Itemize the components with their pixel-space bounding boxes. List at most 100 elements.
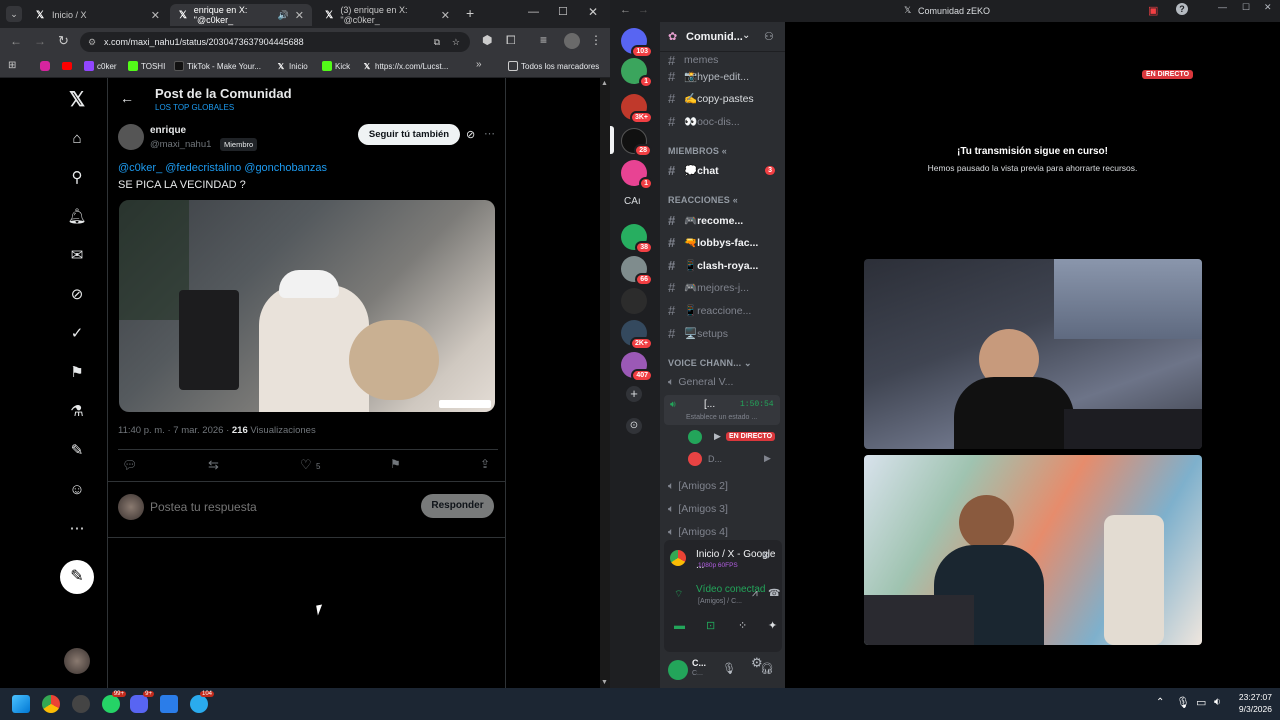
- category-reacciones[interactable]: REACCIONES «: [668, 195, 738, 205]
- webcam-tile-1[interactable]: [864, 259, 1202, 449]
- jobs-icon[interactable]: ⚗: [67, 402, 87, 422]
- server-icon[interactable]: 2K+: [621, 320, 653, 350]
- screen-share-icon[interactable]: ▣: [1148, 4, 1158, 17]
- server-icon[interactable]: 38: [621, 224, 653, 254]
- x-home-logo-icon[interactable]: 𝕏: [67, 90, 87, 110]
- messages-mail-icon[interactable]: ✉: [67, 246, 87, 266]
- server-icon[interactable]: 3K+: [621, 94, 653, 124]
- profile-icon[interactable]: ☺: [67, 480, 87, 500]
- close-tab-icon[interactable]: ✕: [151, 9, 160, 22]
- voice-amigos-3[interactable]: 🔈︎ [Amigos 3]: [668, 499, 783, 519]
- server-text-icon[interactable]: CAı: [624, 196, 641, 207]
- tab-enrique-3[interactable]: 𝕏 (3) enrique en X: "@c0ker_ ✕: [316, 4, 458, 26]
- forward-icon[interactable]: →: [638, 4, 649, 16]
- tab-enrique-active[interactable]: 𝕏 enrique en X: "@c0ker_ 🔊 ✕: [170, 4, 312, 26]
- camera-toggle-icon[interactable]: ▬: [674, 620, 685, 632]
- follow-button[interactable]: Seguir tú también: [358, 124, 460, 145]
- bookmark-all[interactable]: Todos los marcadores: [508, 61, 599, 71]
- bookmark-icon[interactable]: ⚑: [390, 457, 401, 471]
- post-mentions[interactable]: @c0ker_ @fedecristalino @gonchobanzas: [118, 162, 327, 174]
- settings-gear-icon[interactable]: ⚙: [751, 655, 763, 671]
- close-tab-icon[interactable]: ✕: [295, 9, 304, 22]
- activities-icon[interactable]: ⁘: [738, 619, 747, 632]
- grok-icon[interactable]: ⊘: [67, 285, 87, 305]
- page-scrollbar[interactable]: ▲ ▼: [600, 78, 610, 688]
- server-header[interactable]: ✿ Comunid... ⌄ ⚇: [660, 22, 785, 52]
- channel-reacciones[interactable]: # 📱reaccione...: [668, 300, 783, 320]
- more-icon[interactable]: ⋯: [67, 519, 87, 539]
- youtube-icon[interactable]: [62, 62, 72, 70]
- post-video[interactable]: [119, 200, 495, 412]
- bookmarks-icon[interactable]: ⚑: [67, 363, 87, 383]
- scroll-up-icon[interactable]: ▲: [601, 80, 608, 87]
- media-control-icon[interactable]: ≡: [540, 33, 547, 47]
- webcam-tile-2[interactable]: [864, 455, 1202, 645]
- server-icon[interactable]: 1: [621, 160, 653, 190]
- notepad-taskbar-icon[interactable]: [160, 695, 178, 713]
- discover-icon[interactable]: ⊙: [626, 418, 642, 434]
- channel-chat[interactable]: # 💭chat 3: [668, 160, 783, 180]
- audio-icon[interactable]: 🔊: [278, 10, 289, 21]
- noise-suppression-icon[interactable]: ⩘: [752, 588, 758, 599]
- bookmark-c0ker[interactable]: c0ker: [84, 61, 117, 71]
- user-avatar[interactable]: [688, 452, 702, 466]
- new-tab-icon[interactable]: +: [466, 5, 474, 21]
- install-icon[interactable]: ⧉: [434, 32, 440, 52]
- more-bookmarks-icon[interactable]: »: [476, 59, 482, 70]
- voice-general[interactable]: 🔈︎ General V...: [668, 372, 783, 392]
- channel-mejores[interactable]: # 🎮mejores-j...: [668, 277, 783, 297]
- reload-icon[interactable]: ↻: [58, 33, 69, 49]
- video-channel[interactable]: [Amigos] / C...: [698, 598, 742, 605]
- help-icon[interactable]: ?: [1176, 3, 1188, 15]
- stop-stream-icon[interactable]: ⊠: [762, 550, 770, 561]
- more-options-icon[interactable]: ⋯: [484, 127, 495, 140]
- minimize-icon[interactable]: —: [528, 6, 539, 18]
- compose-post-button[interactable]: ✎: [60, 560, 94, 594]
- voice-amigos-2[interactable]: 🔈︎ [Amigos 2]: [668, 476, 783, 496]
- forward-icon[interactable]: →: [34, 34, 46, 48]
- site-info-icon[interactable]: ⚙: [88, 32, 96, 52]
- author-handle[interactable]: @maxi_nahu1: [150, 139, 211, 150]
- close-window-icon[interactable]: ✕: [588, 5, 598, 19]
- category-miembros[interactable]: MIEMBROS «: [668, 146, 727, 156]
- voice-amigos-4[interactable]: 🔈︎ [Amigos 4]: [668, 522, 783, 542]
- microphone-tray-icon[interactable]: 🎙︎: [1176, 696, 1190, 709]
- direct-messages-icon[interactable]: 103: [621, 28, 653, 58]
- close-tab-icon[interactable]: ✕: [441, 9, 450, 22]
- channel-ooc[interactable]: # 👀ooc-dis...: [668, 111, 783, 131]
- repost-icon[interactable]: ⇆: [208, 457, 219, 473]
- channel-recomendaciones[interactable]: # 🎮recome...: [668, 210, 783, 230]
- tab-search-icon[interactable]: ⌄: [6, 6, 22, 22]
- notifications-bell-icon[interactable]: 🔔︎: [67, 207, 87, 227]
- self-name[interactable]: C...: [692, 658, 706, 668]
- account-avatar[interactable]: [64, 648, 90, 674]
- obs-taskbar-icon[interactable]: [72, 695, 90, 713]
- soundboard-icon[interactable]: ✦: [768, 619, 777, 632]
- community-link[interactable]: LOS TOP GLOBALES: [155, 103, 234, 112]
- bookmark-toshi[interactable]: TOSHI: [128, 61, 165, 71]
- scroll-down-icon[interactable]: ▼: [601, 679, 608, 686]
- bookmark-lucst[interactable]: 𝕏https://x.com/Lucst...: [362, 61, 449, 71]
- clock-date[interactable]: 9/3/2026: [1232, 704, 1272, 714]
- voice-active-channel[interactable]: 🔊︎ [... 1:50:54 Establece un estado ...: [664, 395, 780, 425]
- add-server-icon[interactable]: +: [626, 386, 642, 402]
- channel-setups[interactable]: # 🖥️setups: [668, 323, 783, 343]
- instagram-icon[interactable]: [40, 61, 50, 71]
- back-icon[interactable]: ←: [10, 34, 22, 48]
- maximize-icon[interactable]: ☐: [1242, 2, 1250, 13]
- whatsapp-taskbar-icon[interactable]: 99+: [102, 691, 126, 713]
- screen-share-icon[interactable]: ⊡: [706, 619, 715, 632]
- profile-avatar[interactable]: [564, 33, 580, 49]
- close-window-icon[interactable]: ✕: [1264, 2, 1272, 13]
- channel-copy-pastes[interactable]: # ✍️copy-pastes: [668, 88, 783, 108]
- minimize-icon[interactable]: —: [1218, 2, 1227, 12]
- apps-icon[interactable]: ⊞: [8, 60, 16, 71]
- user-avatar[interactable]: [688, 430, 702, 444]
- server-icon[interactable]: 407: [621, 352, 653, 382]
- explore-search-icon[interactable]: ⚲: [67, 168, 87, 188]
- grok-explain-icon[interactable]: ⊘: [466, 128, 475, 141]
- set-status-input[interactable]: Establece un estado ...: [686, 414, 757, 421]
- add-member-icon[interactable]: ⚇: [764, 30, 774, 43]
- reply-icon[interactable]: 💬︎: [122, 458, 137, 472]
- channel-hype-edits[interactable]: # 📸hype-edit...: [668, 66, 783, 86]
